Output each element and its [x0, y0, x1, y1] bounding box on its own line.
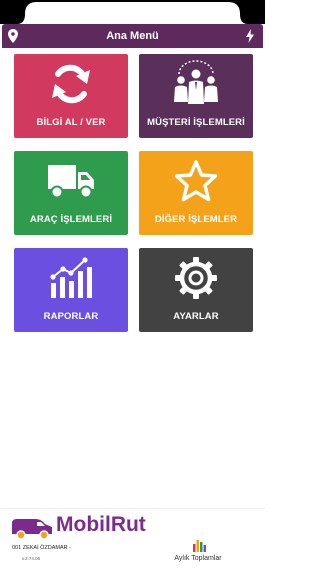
tile-arac-islemleri[interactable]: ARAÇ İŞLEMLERİ: [14, 151, 128, 235]
mobilrut-logo: MobilRut: [10, 513, 160, 541]
tile-bilgi-al-ver[interactable]: BİLGİ AL / VER: [14, 54, 128, 138]
footer-divider: [0, 508, 265, 509]
brand-name: MobilRut: [56, 513, 146, 536]
customers-icon: [174, 60, 218, 104]
phone-notch: [0, 0, 265, 24]
user-label: 001 ZEKAİ ÖZDAMAR -: [12, 545, 71, 551]
sync-icon: [52, 64, 90, 104]
gear-icon: [175, 257, 217, 299]
truck-icon: [48, 165, 94, 199]
tile-ayarlar[interactable]: AYARLAR: [139, 248, 253, 332]
star-icon: [174, 160, 218, 202]
colored-bars-icon: [193, 540, 206, 552]
tile-label: ARAÇ İŞLEMLERİ: [29, 214, 113, 225]
bar-chart-icon: [50, 257, 92, 298]
tile-label: BİLGİ AL / VER: [36, 117, 106, 128]
tile-diger-islemler[interactable]: DİĞER İŞLEMLER: [139, 151, 253, 235]
tile-label: DİĞER İŞLEMLER: [154, 214, 238, 225]
version-label: v.2.74.06: [22, 556, 41, 561]
tile-raporlar[interactable]: RAPORLAR: [14, 248, 128, 332]
tile-label: AYARLAR: [173, 311, 219, 322]
page-title: Ana Menü: [106, 30, 159, 42]
van-logo-icon: [12, 519, 52, 540]
tile-label: RAPORLAR: [43, 311, 99, 322]
top-app-bar: Ana Menü: [2, 24, 263, 48]
tile-musteri-islemleri[interactable]: MÜŞTERİ İŞLEMLERİ: [139, 54, 253, 138]
tile-label: MÜŞTERİ İŞLEMLERİ: [147, 117, 245, 128]
monthly-totals-label: Aylık Toplamlar: [174, 555, 222, 562]
bolt-icon[interactable]: [245, 29, 255, 43]
monthly-totals-button[interactable]: Aylık Toplamlar: [168, 537, 228, 565]
